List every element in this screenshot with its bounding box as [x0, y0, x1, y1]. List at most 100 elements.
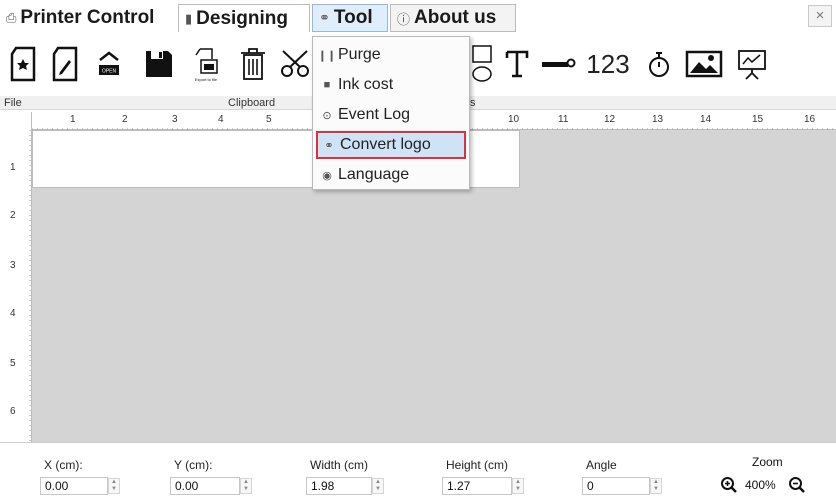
angle-spinner[interactable]: ▲ ▼	[650, 478, 662, 494]
open-icon: OPEN	[99, 51, 119, 75]
line-icon	[542, 58, 576, 68]
purge-icon: ❙❙	[317, 49, 337, 62]
hruler-label-3: 3	[172, 114, 178, 125]
image-button[interactable]	[684, 44, 724, 84]
shape-icon	[472, 45, 492, 82]
tab-designing-label: Designing	[196, 7, 288, 29]
menu-item-event-log[interactable]: ⊙ Event Log	[316, 101, 466, 129]
edit-file-button[interactable]	[48, 44, 82, 84]
zoom-label: Zoom	[752, 455, 783, 469]
shape-button[interactable]	[470, 44, 494, 84]
width-field[interactable]: 1.98	[306, 477, 372, 495]
menu-item-purge-label: Purge	[338, 46, 381, 63]
height-field[interactable]: 1.27	[442, 477, 512, 495]
vruler-label-1: 1	[10, 162, 16, 173]
timer-icon	[649, 52, 669, 77]
menu-item-language[interactable]: ◉ Language	[316, 161, 466, 189]
open-button[interactable]: OPEN	[94, 44, 124, 84]
tab-about-us[interactable]: ⓘ About us	[390, 4, 516, 32]
export-label: Export to file	[194, 76, 218, 82]
close-button[interactable]: ×	[808, 5, 832, 27]
tab-printer-control[interactable]: ⎙ Printer Control	[0, 4, 160, 32]
printer-icon: ⎙	[6, 10, 17, 25]
x-label: X (cm):	[44, 458, 83, 472]
hruler-label-1: 1	[70, 114, 76, 125]
zoom-out-button[interactable]	[788, 476, 806, 494]
chart-button[interactable]	[734, 44, 770, 84]
menu-item-convert-logo[interactable]: ⚭ Convert logo	[316, 131, 466, 159]
zoom-out-icon	[789, 477, 805, 493]
text-icon	[505, 50, 529, 78]
hruler-label-11: 11	[558, 114, 569, 125]
tab-about-label: About us	[414, 7, 497, 28]
y-label: Y (cm):	[174, 458, 213, 472]
menu-item-convert-logo-label: Convert logo	[340, 136, 431, 153]
width-label: Width (cm)	[310, 458, 368, 472]
scissors-icon	[281, 50, 309, 77]
delete-button[interactable]	[236, 44, 270, 84]
tab-bar: ⎙ Printer Control ▮ Designing ⚭ Tool ⓘ A…	[0, 0, 836, 34]
x-spinner[interactable]: ▲ ▼	[108, 478, 120, 494]
hruler-label-10: 10	[508, 114, 520, 125]
tool-icon: ⚭	[319, 10, 330, 25]
edit-file-icon	[52, 46, 78, 82]
image-icon	[685, 50, 723, 78]
info-icon: ⓘ	[397, 11, 411, 27]
hruler-label-5: 5	[266, 114, 272, 125]
hruler-label-16: 16	[804, 114, 816, 125]
convert-logo-icon: ⚭	[324, 139, 334, 152]
group-file: File	[4, 97, 22, 109]
event-log-icon: ⊙	[322, 109, 332, 122]
export-icon	[195, 47, 218, 74]
counter-label: 123	[586, 48, 630, 79]
globe-icon: ◉	[322, 169, 332, 182]
tab-tool-label: Tool	[333, 7, 373, 28]
vertical-ruler: 1 2 3 4 5 6	[0, 112, 32, 442]
y-field[interactable]: 0.00	[170, 477, 240, 495]
width-spinner[interactable]: ▲ ▼	[372, 478, 384, 494]
vruler-label-3: 3	[10, 260, 16, 271]
vruler-label-4: 4	[10, 308, 16, 319]
designing-icon: ▮	[185, 10, 193, 26]
angle-field[interactable]: 0	[582, 477, 650, 495]
menu-item-ink-cost[interactable]: ■ Ink cost	[316, 71, 466, 99]
height-label: Height (cm)	[446, 458, 509, 472]
save-button[interactable]	[142, 44, 176, 84]
text-button[interactable]	[502, 44, 532, 84]
zoom-in-button[interactable]	[720, 476, 738, 494]
new-file-icon	[10, 46, 36, 82]
vruler-label-5: 5	[10, 358, 16, 369]
menu-item-purge[interactable]: ❙❙ Purge	[316, 41, 466, 69]
hruler-label-2: 2	[122, 114, 128, 125]
menu-item-event-log-label: Event Log	[338, 106, 411, 123]
zoom-in-icon	[721, 477, 737, 493]
y-spinner[interactable]: ▲ ▼	[240, 478, 252, 494]
group-objects: s	[470, 97, 476, 109]
trash-icon	[241, 48, 265, 80]
hruler-label-4: 4	[218, 114, 224, 125]
ink-cost-icon: ■	[323, 79, 331, 91]
angle-label: Angle	[586, 458, 617, 472]
properties-bar: X (cm): 0.00 ▲ ▼ Y (cm): 0.00 ▲ ▼ Width (c…	[0, 442, 836, 496]
line-button[interactable]	[540, 44, 580, 84]
tab-designing[interactable]: ▮ Designing	[178, 4, 310, 32]
vruler-label-2: 2	[10, 210, 16, 221]
tool-dropdown-menu: ❙❙ Purge ■ Ink cost ⊙ Event Log ⚭ Conver…	[312, 36, 470, 190]
counter-button[interactable]: 123	[586, 44, 630, 84]
tab-tool[interactable]: ⚭ Tool	[312, 4, 388, 32]
timer-button[interactable]	[644, 44, 674, 84]
save-icon	[146, 51, 172, 77]
x-field[interactable]: 0.00	[40, 477, 108, 495]
hruler-label-13: 13	[652, 114, 664, 125]
hruler-label-15: 15	[752, 114, 764, 125]
export-button[interactable]: Export to file	[188, 44, 224, 84]
presentation-icon	[738, 50, 766, 80]
cut-button[interactable]	[278, 44, 312, 84]
menu-item-language-label: Language	[338, 166, 410, 183]
group-clipboard: Clipboard	[228, 97, 276, 109]
zoom-value: 400%	[745, 478, 776, 492]
vruler-label-6: 6	[10, 406, 16, 417]
new-file-button[interactable]	[6, 44, 40, 84]
hruler-label-14: 14	[700, 114, 712, 125]
height-spinner[interactable]: ▲ ▼	[512, 478, 524, 494]
